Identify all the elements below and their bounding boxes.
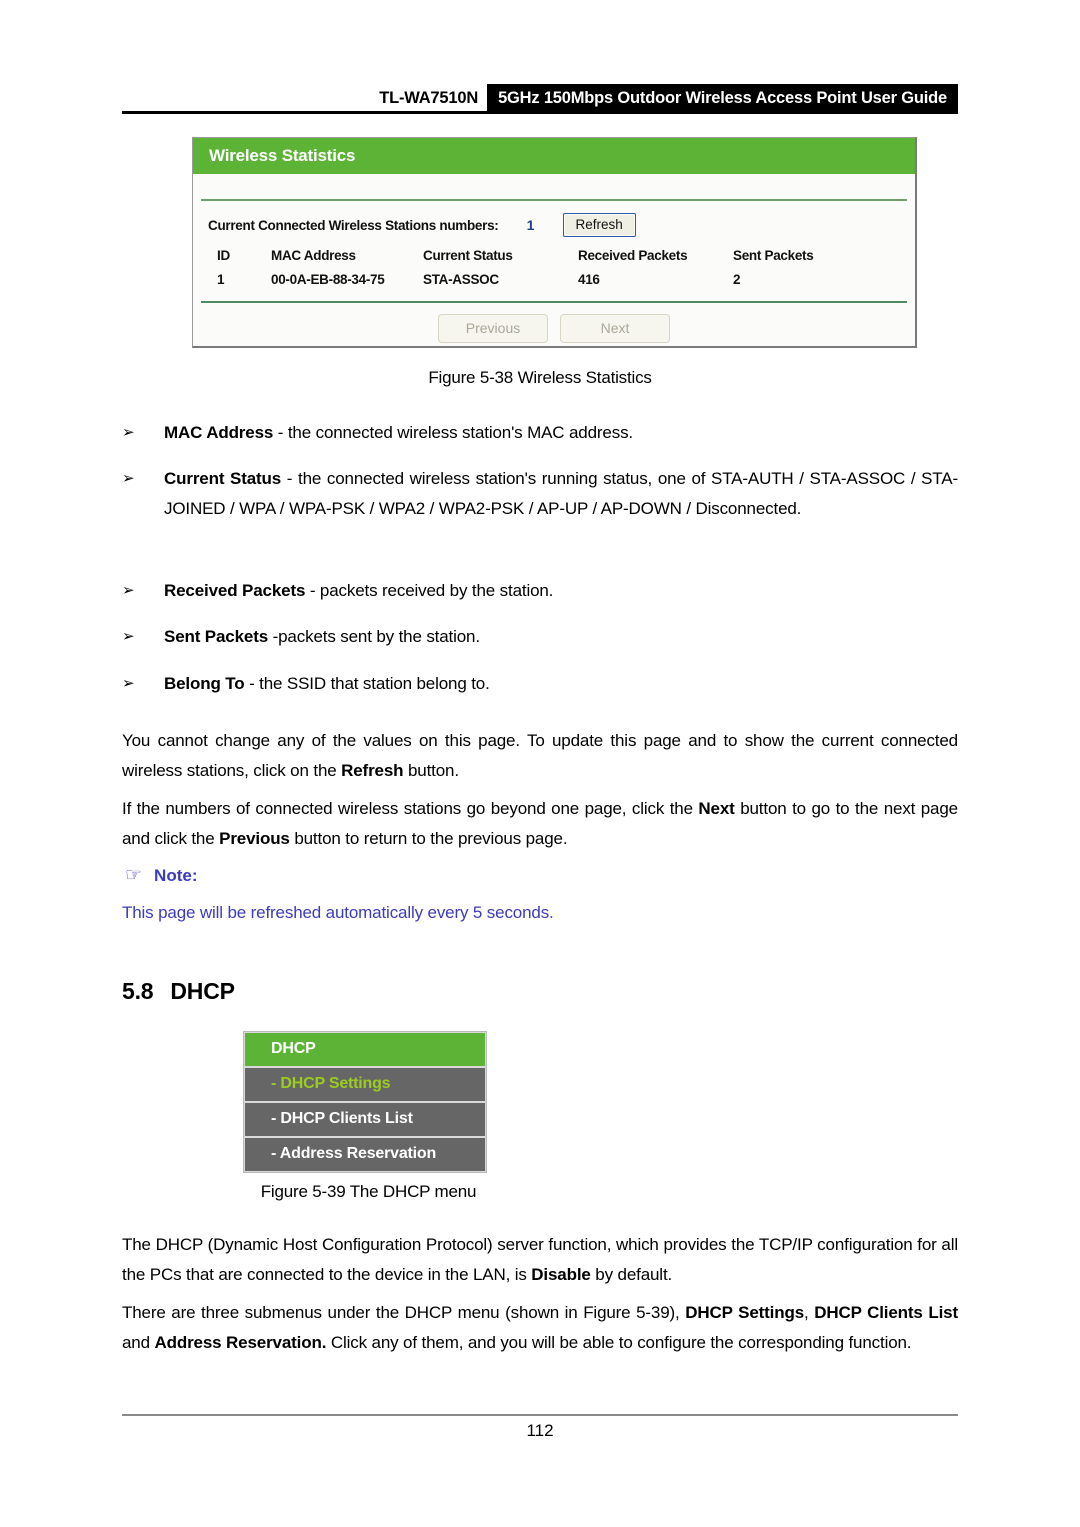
guide-title-label: 5GHz 150Mbps Outdoor Wireless Access Poi… [487, 84, 958, 112]
bullet-sent-packets: ➢ Sent Packets -packets sent by the stat… [122, 622, 958, 652]
page-number: 112 [526, 1421, 554, 1440]
paragraph-dhcp-intro-part2: by default. [590, 1265, 673, 1284]
paragraph-dhcp-intro-bold-disable: Disable [531, 1265, 591, 1284]
table-row: 1 00-0A-EB-88-34-75 STA-ASSOC 416 2 [193, 268, 915, 292]
bullet-term: Current Status [164, 469, 282, 488]
paragraph-dhcp-submenus-part2: , [804, 1303, 815, 1322]
paragraph-dhcp-submenus-part1: There are three submenus under the DHCP … [122, 1303, 686, 1322]
cell-mac-address: 00-0A-EB-88-34-75 [271, 272, 385, 287]
bullet-text: Received Packets - packets received by t… [122, 576, 958, 606]
figure-539-caption: Figure 5-39 The DHCP menu [260, 1182, 477, 1201]
pointing-hand-icon: ☞ [125, 865, 143, 886]
note-heading: ☞ Note: [125, 864, 198, 887]
dhcp-menu-screenshot: DHCP - DHCP Settings - DHCP Clients List… [243, 1031, 487, 1173]
wireless-statistics-screenshot: Wireless Statistics Current Connected Wi… [192, 137, 917, 348]
panel-body: Current Connected Wireless Stations numb… [193, 201, 915, 343]
dhcp-menu-item-dhcp-settings[interactable]: - DHCP Settings [245, 1068, 485, 1101]
table-header-row: ID MAC Address Current Status Received P… [193, 244, 915, 268]
note-label: Note: [154, 865, 198, 885]
section-title: DHCP [170, 978, 235, 1004]
paragraph-refresh-part2: button. [403, 761, 459, 780]
pager-controls: Previous Next [193, 303, 915, 343]
bullet-term: Sent Packets [164, 627, 269, 646]
column-header-current-status: Current Status [423, 248, 513, 263]
paragraph-dhcp-submenus-bold-clients-list: DHCP Clients List [814, 1303, 958, 1322]
bullet-marker-icon: ➢ [122, 424, 135, 441]
section-heading: 5.8 DHCP [122, 978, 235, 1005]
column-header-mac-address: MAC Address [271, 248, 356, 263]
paragraph-paging-part3: button to return to the previous page. [289, 829, 568, 848]
column-header-sent-packets: Sent Packets [733, 248, 814, 263]
paragraph-dhcp-submenus-bold-settings: DHCP Settings [685, 1303, 805, 1322]
paragraph-paging: If the numbers of connected wireless sta… [122, 794, 958, 854]
device-model-label: TL-WA7510N [379, 88, 479, 107]
bullet-mac-address: ➢ MAC Address - the connected wireless s… [122, 418, 958, 448]
cell-received-packets: 416 [578, 272, 600, 287]
paragraph-paging-bold-next: Next [698, 799, 735, 818]
header-rule [122, 111, 958, 114]
bullet-rest: - the connected wireless station's runni… [164, 469, 958, 518]
paragraph-dhcp-submenus-bold-address-reservation: Address Reservation. [154, 1333, 327, 1352]
running-header-inner: TL-WA7510N 5GHz 150Mbps Outdoor Wireless… [379, 84, 958, 112]
next-button[interactable]: Next [560, 314, 670, 343]
station-count-value: 1 [526, 217, 535, 233]
bullet-text: MAC Address - the connected wireless sta… [122, 418, 958, 448]
cell-id: 1 [217, 272, 225, 287]
previous-button[interactable]: Previous [438, 314, 548, 343]
section-number: 5.8 [122, 978, 154, 1004]
note-text: This page will be refreshed automaticall… [122, 903, 554, 922]
bullet-marker-icon: ➢ [122, 582, 135, 599]
document-page: TL-WA7510N 5GHz 150Mbps Outdoor Wireless… [0, 0, 1080, 1527]
column-header-received-packets: Received Packets [578, 248, 688, 263]
bullet-term: Received Packets [164, 581, 306, 600]
paragraph-paging-bold-previous: Previous [219, 829, 290, 848]
station-count-row: Current Connected Wireless Stations numb… [193, 210, 915, 240]
bullet-rest: - the SSID that station belong to. [244, 674, 490, 693]
bullet-rest: -packets sent by the station. [268, 627, 480, 646]
paragraph-refresh-bold-refresh: Refresh [341, 761, 404, 780]
panel-title: Wireless Statistics [209, 146, 356, 165]
paragraph-dhcp-submenus-part4: Click any of them, and you will be able … [326, 1333, 912, 1352]
paragraph-refresh: You cannot change any of the values on t… [122, 726, 958, 786]
panel-spacer [193, 174, 915, 199]
cell-current-status: STA-ASSOC [423, 272, 499, 287]
paragraph-paging-part1: If the numbers of connected wireless sta… [122, 799, 699, 818]
bullet-belong-to: ➢ Belong To - the SSID that station belo… [122, 669, 958, 699]
paragraph-dhcp-intro: The DHCP (Dynamic Host Configuration Pro… [122, 1230, 958, 1290]
paragraph-refresh-part1: You cannot change any of the values on t… [122, 731, 958, 780]
figure-538-caption: Figure 5-38 Wireless Statistics [428, 368, 652, 387]
refresh-button[interactable]: Refresh [562, 213, 636, 237]
dhcp-menu-item-address-reservation[interactable]: - Address Reservation [245, 1138, 485, 1171]
bullet-text: Belong To - the SSID that station belong… [122, 669, 958, 699]
footer-rule [122, 1414, 958, 1416]
bullet-text: Sent Packets -packets sent by the statio… [122, 622, 958, 652]
panel-titlebar: Wireless Statistics [193, 138, 915, 174]
bullet-rest: - the connected wireless station's MAC a… [273, 423, 634, 442]
bullet-marker-icon: ➢ [122, 470, 135, 487]
bullet-current-status: ➢ Current Status - the connected wireles… [122, 464, 958, 524]
wireless-stations-table: ID MAC Address Current Status Received P… [193, 244, 915, 292]
column-header-id: ID [217, 248, 230, 263]
station-count-label: Current Connected Wireless Stations numb… [208, 217, 499, 233]
cell-sent-packets: 2 [733, 272, 741, 287]
bullet-marker-icon: ➢ [122, 675, 135, 692]
dhcp-menu-header: DHCP [245, 1033, 485, 1066]
paragraph-dhcp-submenus: There are three submenus under the DHCP … [122, 1298, 958, 1358]
bullet-marker-icon: ➢ [122, 628, 135, 645]
bullet-received-packets: ➢ Received Packets - packets received by… [122, 576, 958, 606]
bullet-term: MAC Address [164, 423, 274, 442]
bullet-term: Belong To [164, 674, 245, 693]
paragraph-dhcp-submenus-part3: and [122, 1333, 155, 1352]
running-header: TL-WA7510N 5GHz 150Mbps Outdoor Wireless… [122, 84, 958, 114]
bullet-text: Current Status - the connected wireless … [122, 464, 958, 524]
bullet-rest: - packets received by the station. [305, 581, 554, 600]
dhcp-menu-item-dhcp-clients-list[interactable]: - DHCP Clients List [245, 1103, 485, 1136]
